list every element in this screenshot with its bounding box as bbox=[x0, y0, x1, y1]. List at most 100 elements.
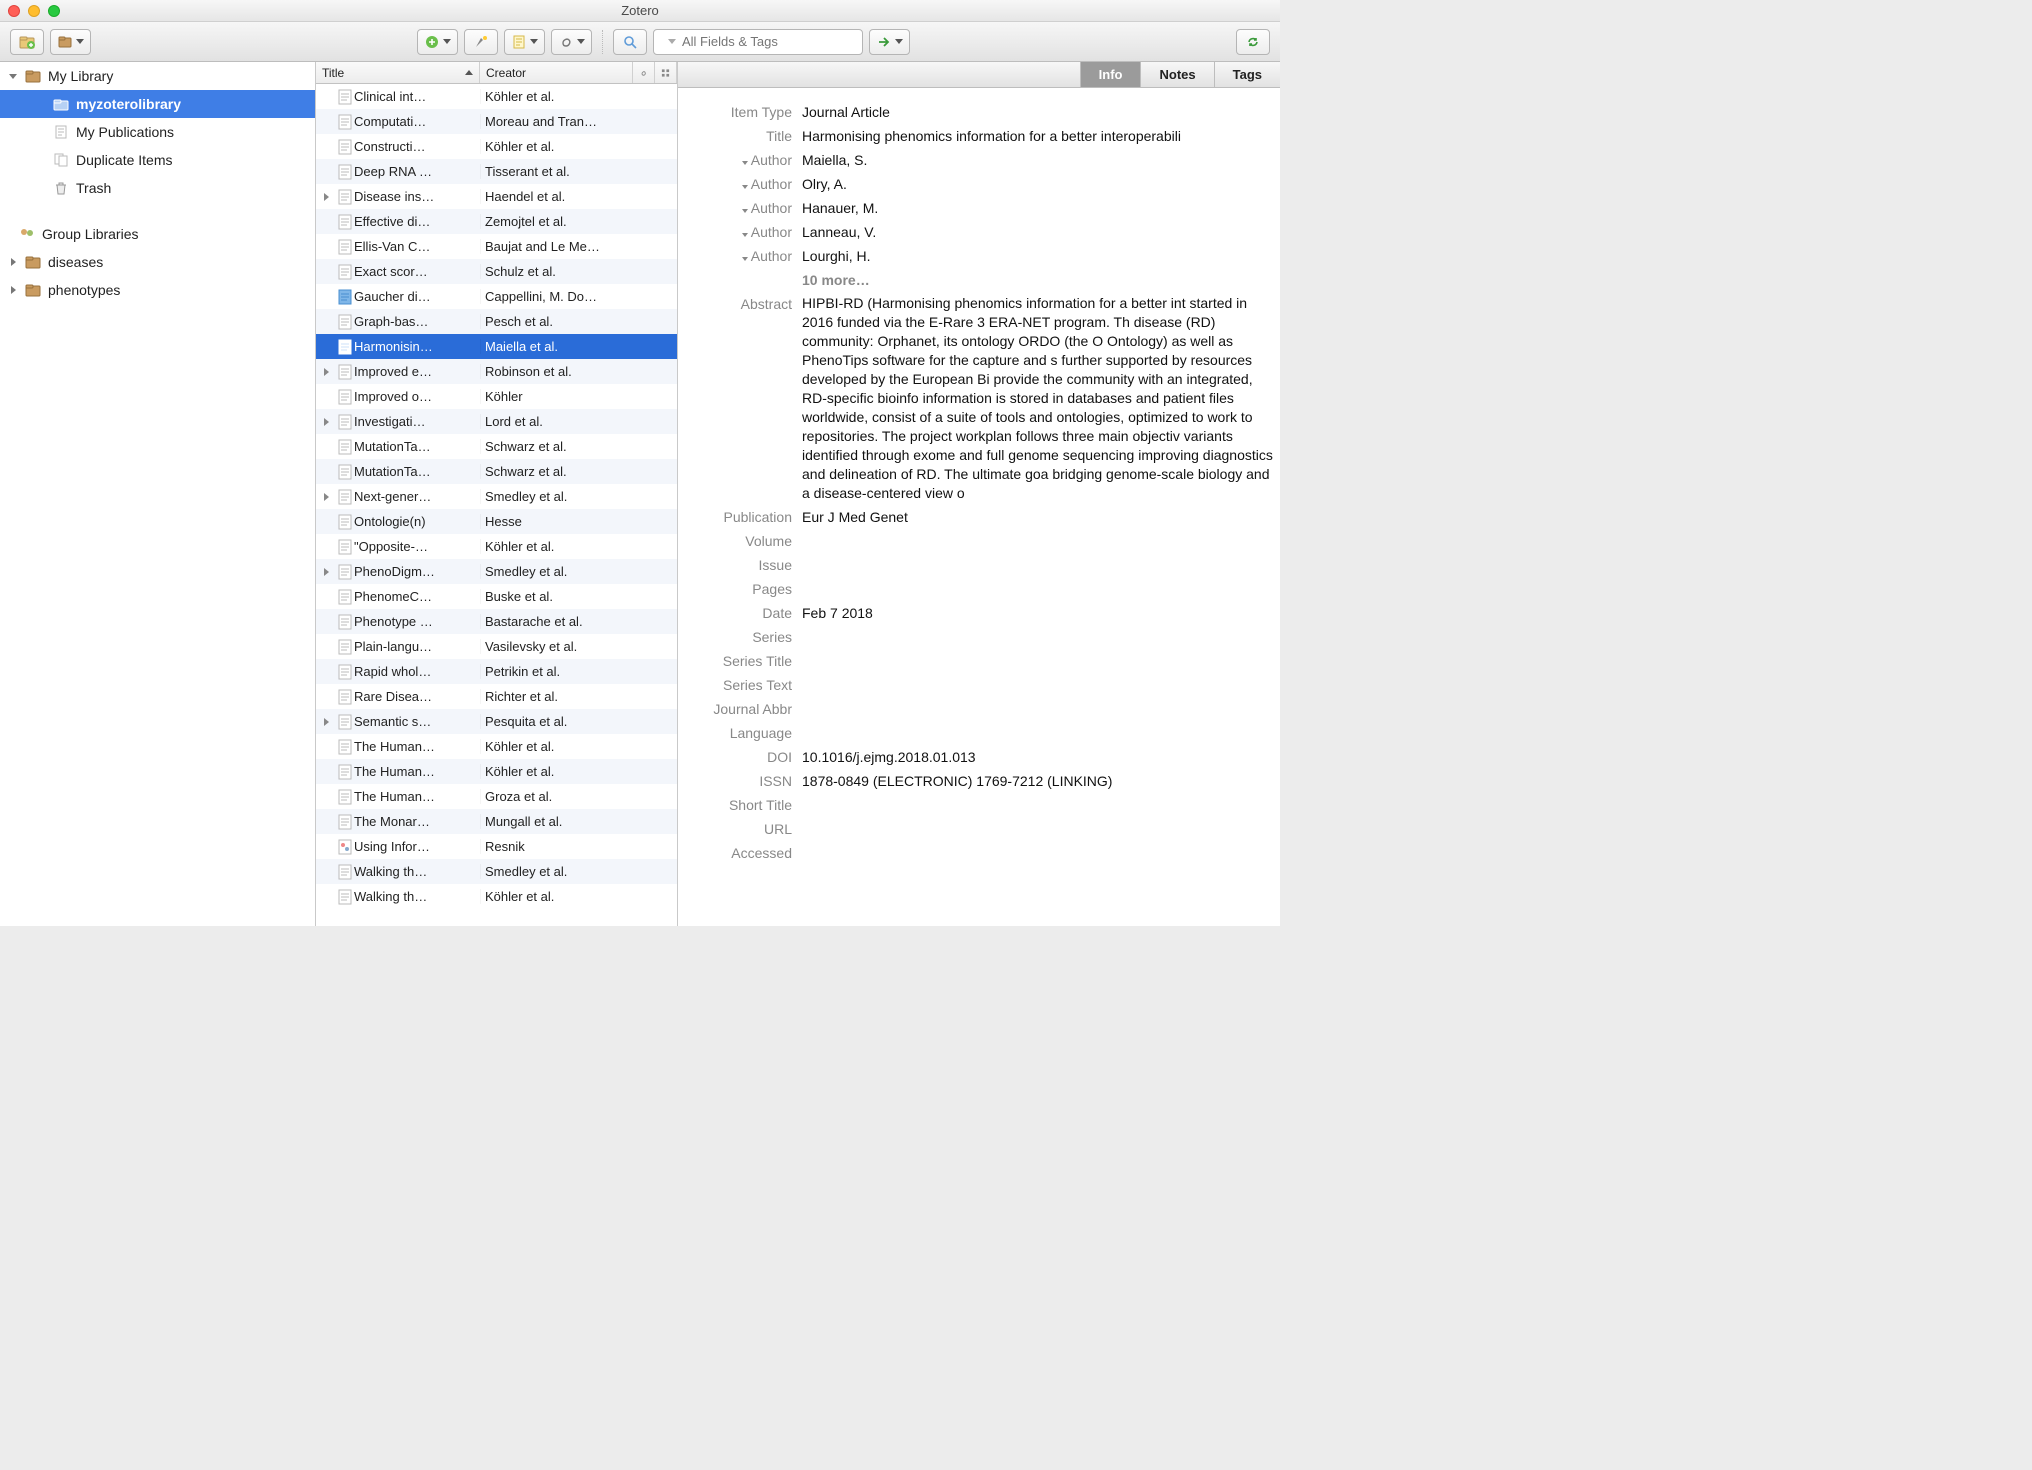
field-value-abstract[interactable]: HIPBI-RD (Harmonising phenomics informat… bbox=[802, 294, 1280, 503]
item-row[interactable]: Rare Disea…Richter et al. bbox=[316, 684, 677, 709]
item-row[interactable]: Computati…Moreau and Tran… bbox=[316, 109, 677, 134]
search-field[interactable] bbox=[653, 29, 863, 55]
item-row[interactable]: "Opposite-…Köhler et al. bbox=[316, 534, 677, 559]
item-row[interactable]: Deep RNA …Tisserant et al. bbox=[316, 159, 677, 184]
tab-tags[interactable]: Tags bbox=[1214, 62, 1280, 87]
field-label-author[interactable]: Author bbox=[678, 198, 802, 218]
disclosure-triangle-icon[interactable] bbox=[8, 71, 18, 81]
item-row[interactable]: Constructi…Köhler et al. bbox=[316, 134, 677, 159]
field-value-author[interactable]: Hanauer, M. bbox=[802, 198, 1280, 218]
field-label-author[interactable]: Author bbox=[678, 150, 802, 170]
sidebar-item[interactable]: myzoterolibrary bbox=[0, 90, 315, 118]
field-value-date[interactable]: Feb 7 2018 bbox=[802, 603, 1280, 623]
item-list[interactable]: Clinical int…Köhler et al.Computati…More… bbox=[316, 84, 677, 926]
sidebar-my-library[interactable]: My Library bbox=[0, 62, 315, 90]
item-row[interactable]: Ontologie(n)Hesse bbox=[316, 509, 677, 534]
item-row[interactable]: The Human…Köhler et al. bbox=[316, 759, 677, 784]
item-row[interactable]: MutationTa…Schwarz et al. bbox=[316, 459, 677, 484]
item-row[interactable]: Harmonisin…Maiella et al. bbox=[316, 334, 677, 359]
sync-button[interactable] bbox=[1236, 29, 1270, 55]
item-row[interactable]: PhenoDigm…Smedley et al. bbox=[316, 559, 677, 584]
add-by-identifier-button[interactable] bbox=[464, 29, 498, 55]
item-row[interactable]: Using Infor…Resnik bbox=[316, 834, 677, 859]
search-input[interactable] bbox=[682, 34, 858, 49]
item-row[interactable]: Improved o…Köhler bbox=[316, 384, 677, 409]
item-row[interactable]: Disease ins…Haendel et al. bbox=[316, 184, 677, 209]
disclosure-triangle-icon[interactable] bbox=[8, 285, 18, 295]
new-library-button[interactable] bbox=[50, 29, 91, 55]
window-titlebar: Zotero bbox=[0, 0, 1280, 22]
item-row[interactable]: Walking th…Smedley et al. bbox=[316, 859, 677, 884]
item-row[interactable]: Investigati…Lord et al. bbox=[316, 409, 677, 434]
field-label-author[interactable]: Author bbox=[678, 246, 802, 266]
new-note-button[interactable] bbox=[504, 29, 545, 55]
field-value-issn[interactable]: 1878-0849 (ELECTRONIC) 1769-7212 (LINKIN… bbox=[802, 771, 1280, 791]
item-row[interactable]: PhenomeC…Buske et al. bbox=[316, 584, 677, 609]
field-label-author[interactable]: Author bbox=[678, 174, 802, 194]
sidebar-group-item[interactable]: diseases bbox=[0, 248, 315, 276]
document-icon bbox=[336, 539, 354, 555]
sidebar-item[interactable]: My Publications bbox=[0, 118, 315, 146]
field-value-publication[interactable]: Eur J Med Genet bbox=[802, 507, 1280, 527]
disclosure-triangle-icon[interactable] bbox=[316, 414, 336, 429]
disclosure-triangle-icon[interactable] bbox=[316, 364, 336, 379]
item-row[interactable]: Ellis-Van C…Baujat and Le Me… bbox=[316, 234, 677, 259]
item-row[interactable]: Rapid whol…Petrikin et al. bbox=[316, 659, 677, 684]
field-value-author[interactable]: Maiella, S. bbox=[802, 150, 1280, 170]
column-header-title[interactable]: Title bbox=[316, 62, 480, 83]
document-icon bbox=[336, 314, 354, 330]
document-icon bbox=[336, 514, 354, 530]
sidebar-group-libraries[interactable]: Group Libraries bbox=[0, 220, 315, 248]
disclosure-triangle-icon[interactable] bbox=[8, 257, 18, 267]
disclosure-triangle-icon[interactable] bbox=[316, 489, 336, 504]
column-header-creator[interactable]: Creator bbox=[480, 62, 633, 83]
field-value-item-type[interactable]: Journal Article bbox=[802, 102, 1280, 122]
sidebar-group-item[interactable]: phenotypes bbox=[0, 276, 315, 304]
item-row[interactable]: Gaucher di…Cappellini, M. Do… bbox=[316, 284, 677, 309]
item-row[interactable]: Plain-langu…Vasilevsky et al. bbox=[316, 634, 677, 659]
item-row[interactable]: Exact scor…Schulz et al. bbox=[316, 259, 677, 284]
item-row[interactable]: The Monar…Mungall et al. bbox=[316, 809, 677, 834]
locate-button[interactable] bbox=[869, 29, 910, 55]
field-value-author[interactable]: Lanneau, V. bbox=[802, 222, 1280, 242]
attachment-button[interactable] bbox=[551, 29, 592, 55]
new-collection-button[interactable] bbox=[10, 29, 44, 55]
item-row[interactable]: The Human…Köhler et al. bbox=[316, 734, 677, 759]
item-row[interactable]: Walking th…Köhler et al. bbox=[316, 884, 677, 909]
item-creator: Köhler et al. bbox=[480, 89, 677, 104]
sort-ascending-icon bbox=[465, 70, 473, 75]
item-row[interactable]: Phenotype …Bastarache et al. bbox=[316, 609, 677, 634]
sidebar-item[interactable]: Duplicate Items bbox=[0, 146, 315, 174]
item-title: Semantic s… bbox=[354, 714, 480, 729]
item-creator: Köhler et al. bbox=[480, 889, 677, 904]
item-row[interactable]: Semantic s…Pesquita et al. bbox=[316, 709, 677, 734]
sidebar-item[interactable]: Trash bbox=[0, 174, 315, 202]
item-row[interactable]: MutationTa…Schwarz et al. bbox=[316, 434, 677, 459]
field-value-author[interactable]: Lourghi, H. bbox=[802, 246, 1280, 266]
field-value-doi[interactable]: 10.1016/j.ejmg.2018.01.013 bbox=[802, 747, 1280, 767]
tab-notes[interactable]: Notes bbox=[1140, 62, 1213, 87]
field-value-author[interactable]: Olry, A. bbox=[802, 174, 1280, 194]
disclosure-triangle-icon[interactable] bbox=[316, 564, 336, 579]
advanced-search-button[interactable] bbox=[613, 29, 647, 55]
more-authors-link[interactable]: 10 more… bbox=[802, 270, 1280, 290]
column-header-more[interactable] bbox=[655, 62, 677, 83]
item-row[interactable]: Next-gener…Smedley et al. bbox=[316, 484, 677, 509]
item-list-panel: Title Creator Clinical int…Köhler et al.… bbox=[316, 62, 678, 926]
item-row[interactable]: Effective di…Zemojtel et al. bbox=[316, 209, 677, 234]
new-item-button[interactable] bbox=[417, 29, 458, 55]
field-label-author[interactable]: Author bbox=[678, 222, 802, 242]
library-icon bbox=[24, 254, 42, 270]
tab-info[interactable]: Info bbox=[1080, 62, 1141, 87]
column-header-attachment[interactable] bbox=[633, 62, 655, 83]
item-row[interactable]: The Human…Groza et al. bbox=[316, 784, 677, 809]
document-icon bbox=[336, 189, 354, 205]
item-title: PhenomeC… bbox=[354, 589, 480, 604]
disclosure-triangle-icon[interactable] bbox=[316, 714, 336, 729]
disclosure-triangle-icon[interactable] bbox=[316, 189, 336, 204]
item-title: Phenotype … bbox=[354, 614, 480, 629]
item-row[interactable]: Clinical int…Köhler et al. bbox=[316, 84, 677, 109]
field-value-title[interactable]: Harmonising phenomics information for a … bbox=[802, 126, 1280, 146]
item-row[interactable]: Graph-bas…Pesch et al. bbox=[316, 309, 677, 334]
item-row[interactable]: Improved e…Robinson et al. bbox=[316, 359, 677, 384]
